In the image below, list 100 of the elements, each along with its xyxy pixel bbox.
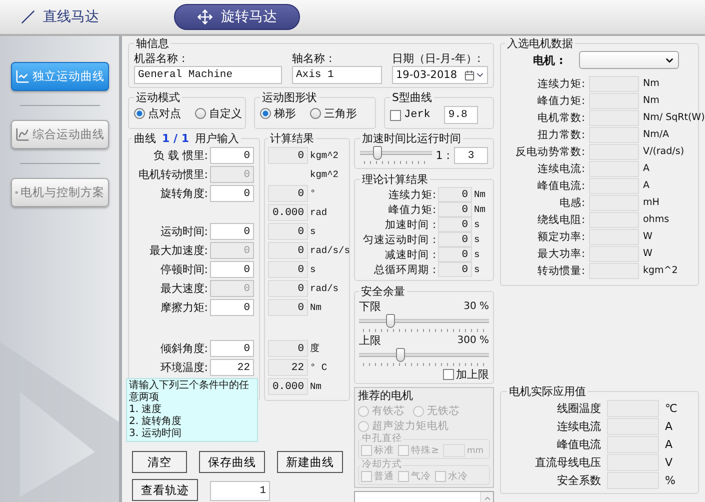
result-field: 0: [268, 242, 308, 259]
unit-label: °: [310, 188, 317, 199]
date-picker[interactable]: 19-03-2018: [392, 66, 488, 84]
unit-label: s: [474, 219, 481, 230]
view-trajectory-button[interactable]: 查看轨迹: [132, 479, 198, 501]
input-field[interactable]: 0: [210, 185, 254, 202]
checkbox[interactable]: [361, 471, 372, 482]
field-label: 电机常数:: [536, 110, 585, 124]
group-title: 运动图形状: [261, 90, 318, 105]
field-label: 机器名称 :: [134, 51, 186, 66]
result-field: 0: [438, 247, 472, 262]
field-label: 安全系数: [556, 472, 601, 488]
unit-label: ° C: [310, 362, 328, 373]
tooltip-text: 3. 运动时间: [129, 428, 183, 440]
radio-label: 无铁芯: [427, 404, 460, 418]
radio-button[interactable]: [134, 108, 145, 119]
result-field: 0: [268, 223, 308, 240]
input-field[interactable]: 1: [210, 481, 270, 501]
field-label: 电机 :: [533, 52, 564, 68]
unit-label: Nm: [474, 204, 486, 215]
group-title: 运动模式: [135, 90, 181, 105]
checkbox-label: 特殊≥: [411, 444, 439, 457]
checkbox[interactable]: [398, 471, 409, 482]
unit-label: V: [665, 456, 674, 468]
radio-button[interactable]: [413, 406, 424, 416]
field-label: 最大加速度:: [148, 243, 208, 258]
result-field: 0.000: [268, 204, 308, 221]
result-field: 0: [438, 217, 472, 232]
unit-label: Nm: [310, 302, 322, 313]
checkbox-label: 标准: [374, 444, 394, 457]
unit-label: Nm: [474, 189, 486, 200]
group-title: 冷却方式: [361, 460, 403, 470]
radio-button[interactable]: [358, 420, 369, 432]
tab[interactable]: 旋转马达: [174, 4, 300, 30]
pen-line-icon: [21, 10, 35, 24]
line-chart-icon: [14, 69, 30, 84]
group-title: 计算结果: [269, 131, 315, 146]
input-field[interactable]: General Machine: [134, 66, 282, 84]
field-label: 摩擦力矩:: [159, 300, 208, 315]
input-field[interactable]: 22: [210, 359, 254, 376]
radio-button[interactable]: [310, 108, 321, 119]
radio-button[interactable]: [260, 108, 271, 119]
input-field[interactable]: 0: [210, 299, 254, 316]
input-field[interactable]: 0: [210, 223, 254, 240]
slider-reading: 300 %: [457, 335, 489, 346]
checkbox[interactable]: [443, 369, 454, 380]
curve-counter: 1 / 1: [162, 132, 189, 145]
group-title: S型曲线: [391, 90, 433, 105]
input-field[interactable]: 0: [210, 340, 254, 357]
unit-label: Nm: [643, 95, 660, 106]
tab[interactable]: 直线马达: [16, 4, 104, 30]
action-button[interactable]: 保存曲线: [199, 451, 265, 473]
checkbox-label: 加上限: [456, 367, 489, 382]
unit-label: kgm^2: [310, 169, 340, 180]
group-title: 轴信息: [135, 36, 170, 51]
slider-thumb[interactable]: [373, 146, 382, 160]
result-field: 0: [438, 232, 472, 247]
slider-thumb[interactable]: [396, 348, 405, 362]
radio-button[interactable]: [358, 406, 369, 416]
checkbox[interactable]: [435, 471, 446, 482]
scroll-bar[interactable]: [480, 492, 493, 502]
action-button[interactable]: 清空: [132, 451, 187, 473]
result-field: 0: [438, 262, 472, 277]
unit-label: s: [474, 249, 481, 260]
motor-dropdown[interactable]: [579, 51, 680, 69]
group-title: 中孔直径: [361, 434, 403, 444]
field-label: 旋转角度:: [159, 186, 208, 201]
input-field[interactable]: Axis 1: [292, 66, 382, 84]
input-field[interactable]: 9.8: [444, 106, 478, 124]
field-label: 连续力矩:: [536, 76, 585, 90]
input-field[interactable]: 0: [210, 261, 254, 278]
sidebar-button[interactable]: 电机与控制方案: [10, 178, 108, 207]
checkbox[interactable]: [390, 110, 401, 120]
action-button[interactable]: 新建曲线: [277, 451, 343, 473]
input-field[interactable]: 0: [210, 147, 254, 164]
result-field: 0: [438, 187, 472, 202]
input-field[interactable]: 3: [454, 147, 488, 164]
field-label: 总循环周期 :: [373, 262, 436, 276]
radio-button[interactable]: [195, 108, 206, 119]
slider-thumb[interactable]: [386, 314, 396, 328]
field-label: 最大速度:: [159, 281, 208, 296]
field-label: 连续电流: [556, 418, 601, 434]
text-area[interactable]: [354, 491, 494, 502]
scroll-up-icon: [482, 494, 492, 502]
unit-label: A: [643, 163, 650, 174]
checkbox[interactable]: [361, 445, 372, 456]
field-label: 环境温度:: [159, 360, 208, 375]
checkbox[interactable]: [398, 445, 409, 456]
group-title: 理论计算结果: [361, 172, 429, 187]
field-label: 反电动势常数:: [514, 144, 585, 158]
field-label: 电感:: [558, 196, 585, 210]
unit-label: rad/s: [310, 283, 340, 294]
field-label: 减速时间 :: [384, 248, 436, 262]
group-title: 入选电机数据: [506, 36, 574, 51]
unit-label: A: [643, 180, 650, 191]
result-field: 0: [438, 202, 472, 217]
result-field: 0: [268, 340, 308, 357]
sidebar-button[interactable]: 综合运动曲线: [10, 120, 108, 149]
field-label: 峰值电流:: [536, 178, 585, 192]
field-label: 峰值力矩:: [536, 94, 585, 108]
